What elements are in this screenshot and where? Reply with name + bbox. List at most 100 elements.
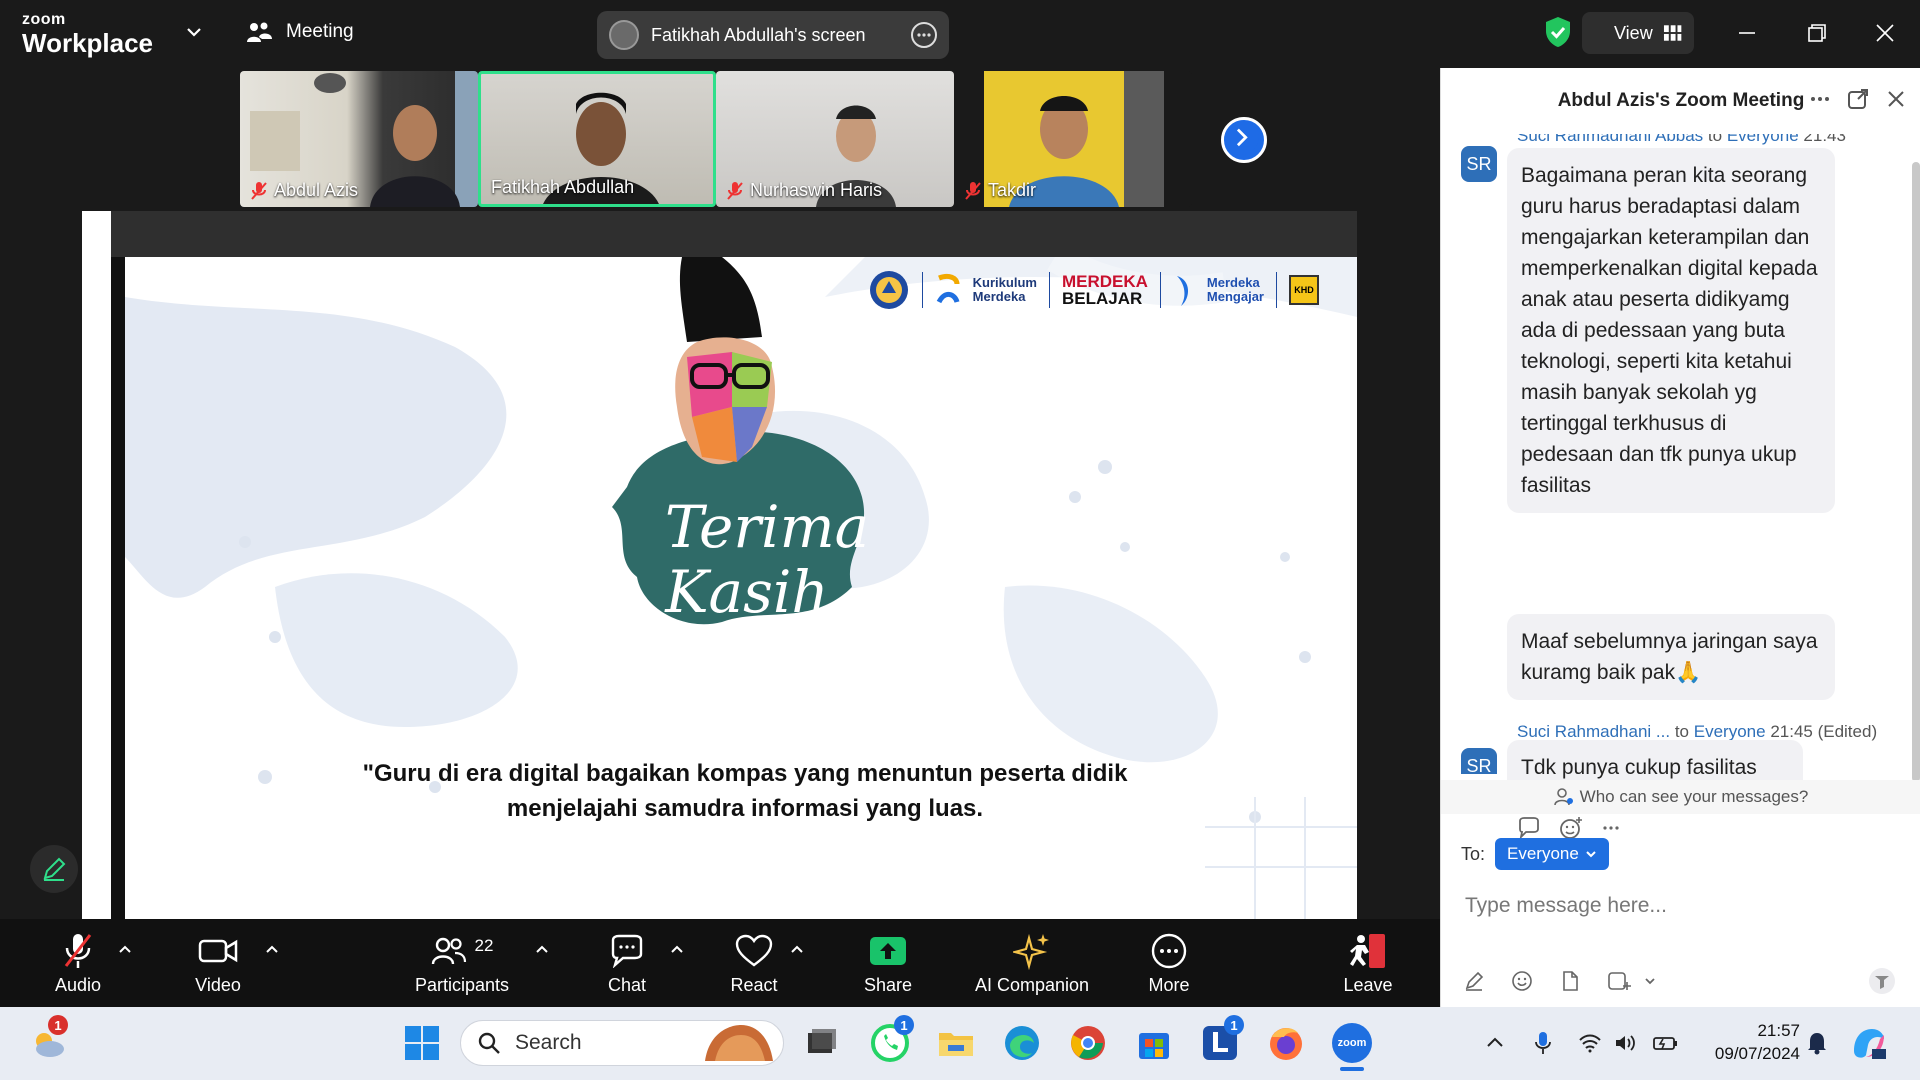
who-can-see-messages[interactable]: Who can see your messages? [1441, 780, 1920, 814]
muted-mic-icon [64, 934, 92, 968]
chevron-down-icon[interactable] [184, 22, 204, 42]
zoom-app-taskbar[interactable]: zoom [1332, 1023, 1372, 1071]
minimize-icon[interactable] [1730, 16, 1764, 50]
participants-options-caret-icon[interactable] [535, 943, 549, 957]
add-reaction-icon[interactable] [1559, 816, 1583, 840]
more-label: More [1148, 975, 1190, 995]
l-app[interactable]: 1 [1200, 1015, 1244, 1063]
chat-bubble-icon [611, 934, 643, 968]
chat-scrollbar[interactable] [1912, 162, 1920, 782]
task-view-button[interactable] [802, 1023, 842, 1063]
video-camera-icon [198, 939, 238, 963]
chat-panel: Abdul Azis's Zoom Meeting Suci Rahmadhan… [1440, 68, 1920, 1007]
system-clock[interactable]: 21:57 09/07/2024 [1700, 1019, 1800, 1065]
firefox-app[interactable] [1266, 1023, 1306, 1063]
clock-time: 21:57 [1757, 1021, 1800, 1040]
meeting-tab[interactable]: Meeting [246, 20, 354, 44]
video-options-caret-icon[interactable] [265, 943, 279, 957]
audio-button[interactable]: Audio [48, 931, 108, 996]
shared-screen-indicator[interactable]: Fatikhah Abdullah's screen [597, 11, 949, 59]
participant-tile[interactable]: Nurhaswin Haris [716, 71, 954, 207]
more-options-icon[interactable] [911, 22, 937, 48]
shared-screen-label: Fatikhah Abdullah's screen [651, 24, 866, 45]
pop-out-icon[interactable] [1847, 88, 1869, 110]
participants-button[interactable]: 22 Participants [410, 931, 514, 996]
video-button[interactable]: Video [188, 931, 248, 996]
next-page-arrow-icon[interactable] [1221, 117, 1267, 163]
chat-more-icon[interactable] [1809, 88, 1831, 110]
share-left-band [111, 257, 125, 919]
start-button[interactable] [402, 1023, 442, 1063]
annotate-pen-button[interactable] [30, 845, 78, 893]
reply-icon[interactable] [1517, 817, 1541, 839]
share-button[interactable]: Share [858, 931, 918, 996]
meeting-label: Meeting [286, 21, 354, 42]
ai-companion-button[interactable]: AI Companion [970, 931, 1094, 996]
task-view-icon [808, 1029, 836, 1053]
taskbar-search[interactable]: Search [460, 1020, 784, 1066]
whatsapp-badge: 1 [894, 1015, 914, 1035]
more-button[interactable]: More [1144, 931, 1194, 996]
close-icon[interactable] [1868, 16, 1902, 50]
restore-icon[interactable] [1800, 16, 1834, 50]
chevron-up-icon[interactable] [1486, 1035, 1504, 1049]
react-options-caret-icon[interactable] [790, 943, 804, 957]
kurikulum-merdeka-icon [936, 273, 960, 304]
screenshot-icon[interactable] [1607, 970, 1631, 992]
chat-header: Abdul Azis's Zoom Meeting [1441, 68, 1920, 134]
slide-title-line-2: Kasih [664, 558, 829, 626]
edge-app[interactable] [1002, 1023, 1042, 1063]
message-input[interactable] [1465, 886, 1895, 926]
edge-icon [1005, 1026, 1039, 1060]
emoji-icon[interactable] [1511, 970, 1533, 992]
format-text-icon[interactable] [1463, 970, 1485, 992]
participant-tile[interactable]: Abdul Azis [240, 71, 478, 207]
slide-quote-line-1: "Guru di era digital bagaikan kompas yan… [362, 760, 1128, 787]
message-more-icon[interactable] [1601, 818, 1621, 838]
muted-mic-icon [965, 181, 981, 200]
weather-widget[interactable]: 1 [28, 1015, 68, 1063]
microphone-icon[interactable] [1534, 1031, 1552, 1055]
chat-composer-tools [1463, 968, 1895, 994]
send-icon[interactable] [1869, 968, 1895, 994]
sender-name[interactable]: Suci Rahmadhani ... [1517, 722, 1670, 741]
recipient-dropdown[interactable]: Everyone [1495, 838, 1609, 870]
participant-tile[interactable]: Takdir [954, 71, 1192, 207]
chat-options-caret-icon[interactable] [670, 943, 684, 957]
file-icon[interactable] [1559, 970, 1581, 992]
audience-name: Everyone [1693, 722, 1766, 741]
logo-workplace-text: Workplace [22, 28, 154, 58]
chat-message[interactable]: Maaf sebelumnya jaringan saya kuramg bai… [1507, 614, 1835, 700]
file-explorer-app[interactable] [936, 1023, 976, 1063]
view-button[interactable]: View [1582, 12, 1694, 54]
slide-quote: "Guru di era digital bagaikan kompas yan… [225, 757, 1265, 827]
participant-tile-active[interactable]: Fatikhah Abdullah [478, 71, 716, 207]
copilot-icon[interactable] [1850, 1025, 1888, 1061]
more-dots-icon [1151, 933, 1187, 969]
leave-button[interactable]: Leave [1340, 931, 1396, 996]
slide-logos: Kurikulum Merdeka MERDEKA BELAJAR Merdek… [868, 269, 1319, 311]
wifi-icon[interactable] [1578, 1033, 1602, 1053]
chat-title: Abdul Azis's Zoom Meeting [1557, 90, 1805, 111]
merdeka-belajar-logo: MERDEKA BELAJAR [1061, 272, 1148, 308]
heart-icon [735, 934, 773, 967]
search-icon [478, 1032, 500, 1054]
battery-icon[interactable] [1652, 1033, 1680, 1053]
whatsapp-app[interactable]: 1 [870, 1015, 914, 1063]
sender-name[interactable]: Suci Rahmadhani Abbas [1517, 134, 1703, 145]
volume-icon[interactable] [1614, 1033, 1638, 1053]
security-shield-icon[interactable] [1544, 16, 1572, 48]
message-actions [1517, 816, 1621, 840]
merdeka-mengajar-logo: Merdeka Mengajar [1206, 275, 1264, 304]
participant-name: Abdul Azis [250, 180, 358, 201]
zoom-workplace-logo[interactable]: zoom Workplace [22, 12, 154, 58]
audio-options-caret-icon[interactable] [118, 943, 132, 957]
chevron-down-icon[interactable] [1643, 974, 1657, 988]
react-button[interactable]: React [726, 931, 782, 996]
notification-bell-icon[interactable] [1806, 1031, 1828, 1055]
microsoft-store-app[interactable] [1134, 1023, 1174, 1063]
chat-button[interactable]: Chat [600, 931, 654, 996]
chrome-app[interactable] [1068, 1023, 1108, 1063]
chat-message[interactable]: Bagaimana peran kita seorang guru harus … [1507, 148, 1835, 513]
close-chat-icon[interactable] [1885, 88, 1907, 110]
